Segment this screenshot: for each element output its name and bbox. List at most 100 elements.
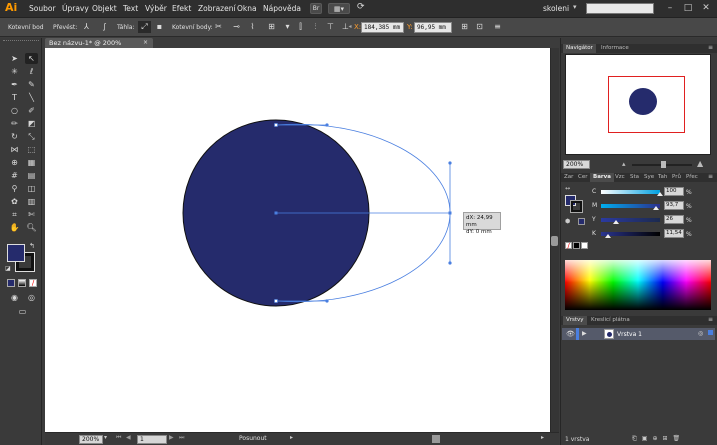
zoom-field[interactable]: 200% <box>79 435 103 444</box>
tab-layers[interactable]: Vrstvy <box>563 316 587 325</box>
tab-graphic-styles[interactable]: Cer <box>575 173 591 182</box>
black-swatch[interactable] <box>573 242 580 249</box>
tab-info[interactable]: Informace <box>598 44 632 53</box>
shape-builder-icon[interactable]: ⊕ <box>8 157 21 168</box>
swap-colors-icon[interactable]: ↰ <box>29 242 35 250</box>
target-icon[interactable]: ◎ <box>698 330 703 337</box>
workspace-user[interactable]: skoleni <box>543 4 569 13</box>
x-position-field[interactable]: 184,385 mm <box>361 22 404 33</box>
expand-layer-icon[interactable]: ▶ <box>582 330 587 337</box>
draw-behind-icon[interactable]: ◎ <box>25 292 38 303</box>
anchor-point-selected[interactable] <box>448 211 452 215</box>
align-left-icon[interactable]: ⫿ <box>294 21 307 33</box>
connect-anchors-icon[interactable]: ⊸ <box>230 21 243 33</box>
color-spectrum[interactable] <box>565 260 711 310</box>
stepper-icon[interactable]: ◂ <box>346 21 354 33</box>
maximize-icon[interactable]: □ <box>682 3 694 14</box>
y-position-field[interactable]: 96,95 mm <box>414 22 452 33</box>
last-artboard-icon[interactable]: ⏭ <box>179 434 184 442</box>
menu-edit[interactable]: Úpravy <box>62 4 89 13</box>
convert-corner-icon[interactable]: ⅄ <box>80 21 93 33</box>
grid-icon[interactable]: ⊞ <box>458 21 471 33</box>
status-menu-icon[interactable]: ▸ <box>290 434 293 441</box>
minimize-icon[interactable]: – <box>664 3 676 14</box>
artboard-number-field[interactable]: 1 <box>137 435 167 444</box>
zoom-slider-thumb[interactable] <box>661 161 666 168</box>
panel-menu-icon[interactable]: ≡ <box>708 173 713 180</box>
remove-anchor-icon[interactable]: ✂ <box>212 21 225 33</box>
black-value-field[interactable]: 11,54 <box>664 229 684 238</box>
anchor-point[interactable] <box>274 123 278 127</box>
tab-swatches[interactable]: Vzc <box>612 173 628 182</box>
menu-object[interactable]: Objekt <box>92 4 117 13</box>
search-input[interactable] <box>586 3 654 14</box>
document-tab[interactable]: Bez názvu-1* @ 200% (CMYK/Náhled) <box>45 38 153 57</box>
cyan-value-field[interactable]: 100 <box>664 187 684 196</box>
zoom-out-icon[interactable]: ▴ <box>622 160 626 168</box>
pencil-icon[interactable]: ✏ <box>8 118 21 129</box>
direct-selection-tool-icon[interactable]: ↖ <box>25 53 38 64</box>
magic-wand-icon[interactable]: ✳ <box>8 66 21 77</box>
horizontal-scroll-thumb[interactable] <box>432 435 440 443</box>
magenta-slider-thumb[interactable] <box>653 206 660 210</box>
artboard-canvas[interactable] <box>45 48 550 432</box>
navigator-zoom-field[interactable]: 200% <box>563 160 590 169</box>
layer-name[interactable]: Vrstva 1 <box>617 331 642 338</box>
selection-tool-icon[interactable]: ➤ <box>8 53 21 64</box>
handle-point[interactable] <box>325 123 329 127</box>
arrange-documents-icon[interactable]: ▦▾ <box>328 3 350 14</box>
gradient-mode-icon[interactable] <box>18 279 26 287</box>
menu-window[interactable]: Okna <box>237 4 257 13</box>
perspective-grid-icon[interactable]: ▦ <box>25 157 38 168</box>
panel-options-icon[interactable]: ≡ <box>491 21 504 33</box>
color-stroke-swatch[interactable] <box>570 200 583 213</box>
handle-point[interactable] <box>325 299 329 303</box>
chevron-down-icon[interactable]: ▾ <box>573 3 577 11</box>
magenta-slider[interactable] <box>601 204 660 208</box>
menu-effect[interactable]: Efekt <box>172 4 191 13</box>
align-center-icon[interactable]: ⫶ <box>309 21 322 33</box>
convert-smooth-icon[interactable]: ∫ <box>98 21 111 33</box>
white-swatch[interactable] <box>581 242 588 249</box>
width-tool-icon[interactable]: ⋈ <box>8 144 21 155</box>
cyan-slider[interactable] <box>601 190 660 194</box>
yellow-slider[interactable] <box>601 218 660 222</box>
hand-tool-icon[interactable]: ✋ <box>8 222 21 233</box>
artboard-tool-icon[interactable]: ⌗ <box>8 209 21 220</box>
slice-tool-icon[interactable]: ✄ <box>25 209 38 220</box>
menu-text[interactable]: Text <box>123 4 138 13</box>
align-top-icon[interactable]: ⊤ <box>324 21 337 33</box>
free-transform-icon[interactable]: ⬚ <box>25 144 38 155</box>
last-color-swatch[interactable] <box>578 218 585 225</box>
close-icon[interactable]: ✕ <box>700 3 712 14</box>
lasso-icon[interactable]: ℓ <box>25 66 38 77</box>
draw-normal-icon[interactable]: ◉ <box>8 292 21 303</box>
vertical-scroll-thumb[interactable] <box>551 236 558 246</box>
zoom-tool-icon[interactable]: 🔍︎ <box>25 222 38 233</box>
tab-gradient[interactable]: Přec <box>683 173 701 182</box>
isolate-icon[interactable]: ⊡ <box>473 21 486 33</box>
cyan-slider-thumb[interactable] <box>657 192 663 196</box>
menu-view[interactable]: Zobrazení <box>198 4 236 13</box>
gradient-tool-icon[interactable]: ▤ <box>25 170 38 181</box>
visibility-eye-icon[interactable]: 👁︎ <box>566 330 575 338</box>
tab-artboards[interactable]: Kreslicí plátna <box>588 316 633 325</box>
column-graph-icon[interactable]: ▥ <box>25 196 38 207</box>
type-tool-icon[interactable]: T <box>8 92 21 103</box>
scroll-right-icon[interactable]: ▸ <box>541 434 544 441</box>
cut-path-icon[interactable]: ⌇ <box>246 21 259 33</box>
anchor-point[interactable] <box>274 299 278 303</box>
rotate-tool-icon[interactable]: ↻ <box>8 131 21 142</box>
panel-menu-icon[interactable]: ≡ <box>708 316 713 323</box>
yellow-slider-thumb[interactable] <box>613 220 620 224</box>
first-artboard-icon[interactable]: ⏮ <box>116 434 121 442</box>
blend-tool-icon[interactable]: ◫ <box>25 183 38 194</box>
handle-point[interactable] <box>448 161 452 165</box>
mesh-tool-icon[interactable]: # <box>8 170 21 181</box>
chevron-down-icon[interactable]: ▾ <box>104 434 107 441</box>
tab-color[interactable]: Barva <box>590 173 614 182</box>
align-icon[interactable]: ⊞ <box>265 21 278 33</box>
selection-indicator[interactable] <box>708 330 713 335</box>
fill-swatch-front[interactable] <box>7 244 25 262</box>
black-slider-thumb[interactable] <box>604 234 611 238</box>
